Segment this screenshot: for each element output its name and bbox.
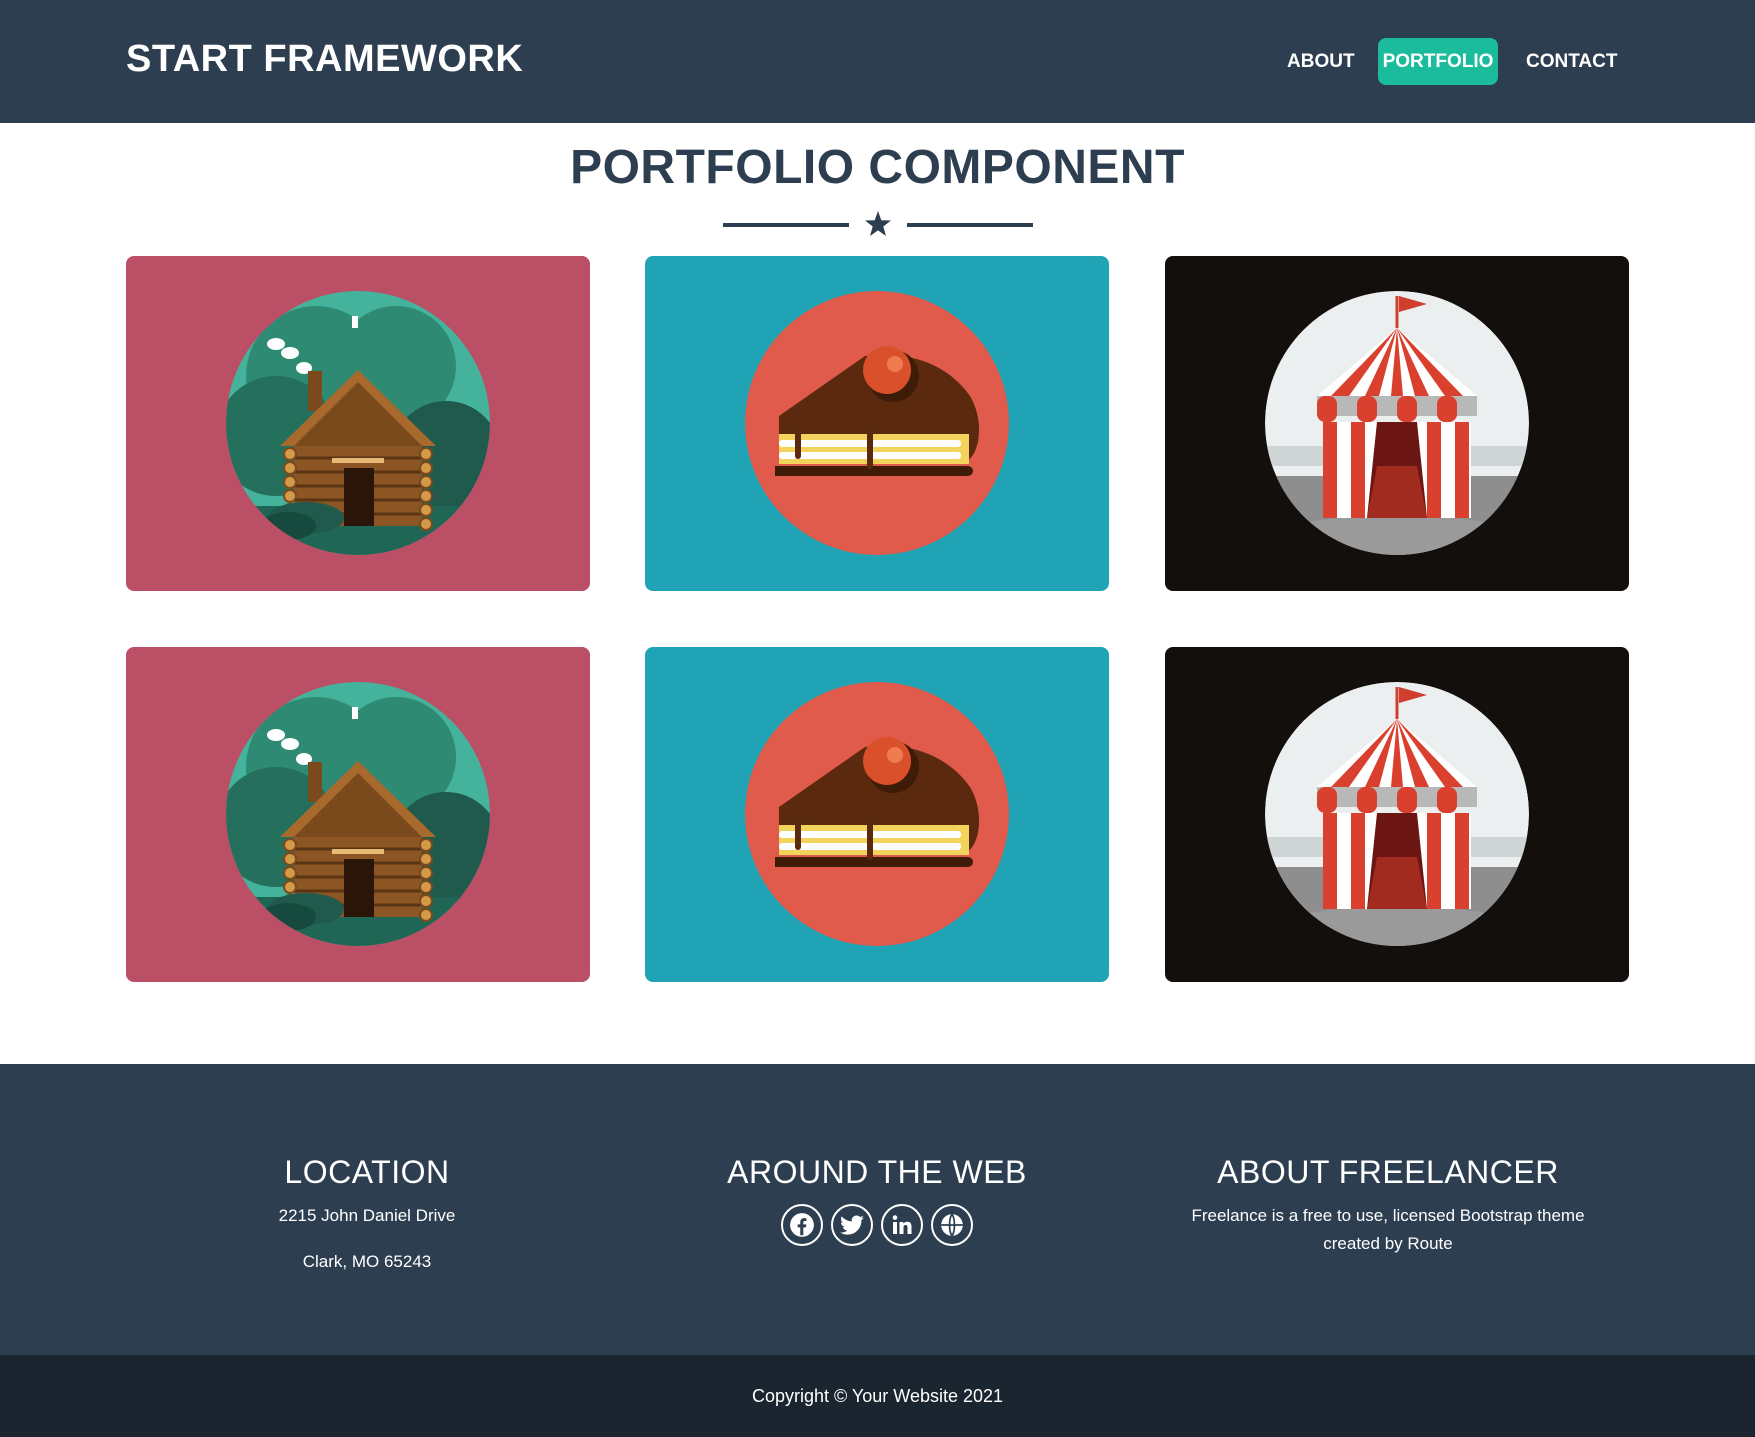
about-text: Freelance is a free to use, licensed Boo…	[1191, 1206, 1585, 1253]
copyright-text: Copyright © Your Website 2021	[751, 1386, 1004, 1406]
copyright-bar: Copyright © Your Website 2021	[0, 1355, 1755, 1437]
twitter-icon[interactable]	[831, 1204, 873, 1246]
around-web-heading: AROUND THE WEB	[727, 1154, 1027, 1190]
dribbble-icon[interactable]	[931, 1204, 973, 1246]
footer-about: ABOUT FREELANCER Freelance is a free to …	[1108, 1150, 1668, 1258]
portfolio-item[interactable]	[126, 647, 590, 982]
title-divider	[723, 210, 1033, 240]
star-icon	[865, 211, 891, 236]
about-heading: ABOUT FREELANCER	[1217, 1154, 1559, 1190]
divider-line-right	[907, 223, 1033, 227]
cake-slice-illustration	[745, 682, 1009, 946]
brand-logo[interactable]: START FRAMEWORK	[126, 38, 523, 81]
log-cabin-illustration	[226, 682, 490, 946]
linkedin-icon[interactable]	[881, 1204, 923, 1246]
page-title: PORTFOLIO COMPONENT	[570, 141, 1185, 194]
cake-slice-illustration	[745, 291, 1009, 555]
social-links	[597, 1204, 1157, 1246]
location-heading: LOCATION	[284, 1154, 450, 1190]
facebook-icon[interactable]	[781, 1204, 823, 1246]
footer: LOCATION 2215 John Daniel Drive Clark, M…	[0, 1064, 1755, 1355]
portfolio-item[interactable]	[126, 256, 590, 591]
nav-item-contact[interactable]: CONTACT	[1516, 38, 1627, 85]
nav-item-about[interactable]: ABOUT	[1277, 38, 1365, 85]
circus-tent-illustration	[1265, 291, 1529, 555]
portfolio-item[interactable]	[645, 256, 1109, 591]
portfolio-item[interactable]	[645, 647, 1109, 982]
footer-location: LOCATION 2215 John Daniel Drive Clark, M…	[87, 1150, 647, 1276]
portfolio-item[interactable]	[1165, 256, 1629, 591]
address-line-1: 2215 John Daniel Drive	[278, 1206, 456, 1225]
log-cabin-illustration	[226, 291, 490, 555]
footer-around-web: AROUND THE WEB	[597, 1150, 1157, 1246]
nav-item-portfolio[interactable]: PORTFOLIO	[1378, 38, 1498, 85]
address-line-2: Clark, MO 65243	[302, 1252, 432, 1271]
portfolio-item[interactable]	[1165, 647, 1629, 982]
divider-line-left	[723, 223, 849, 227]
circus-tent-illustration	[1265, 682, 1529, 946]
navbar: START FRAMEWORK ABOUT PORTFOLIO CONTACT	[0, 0, 1755, 123]
